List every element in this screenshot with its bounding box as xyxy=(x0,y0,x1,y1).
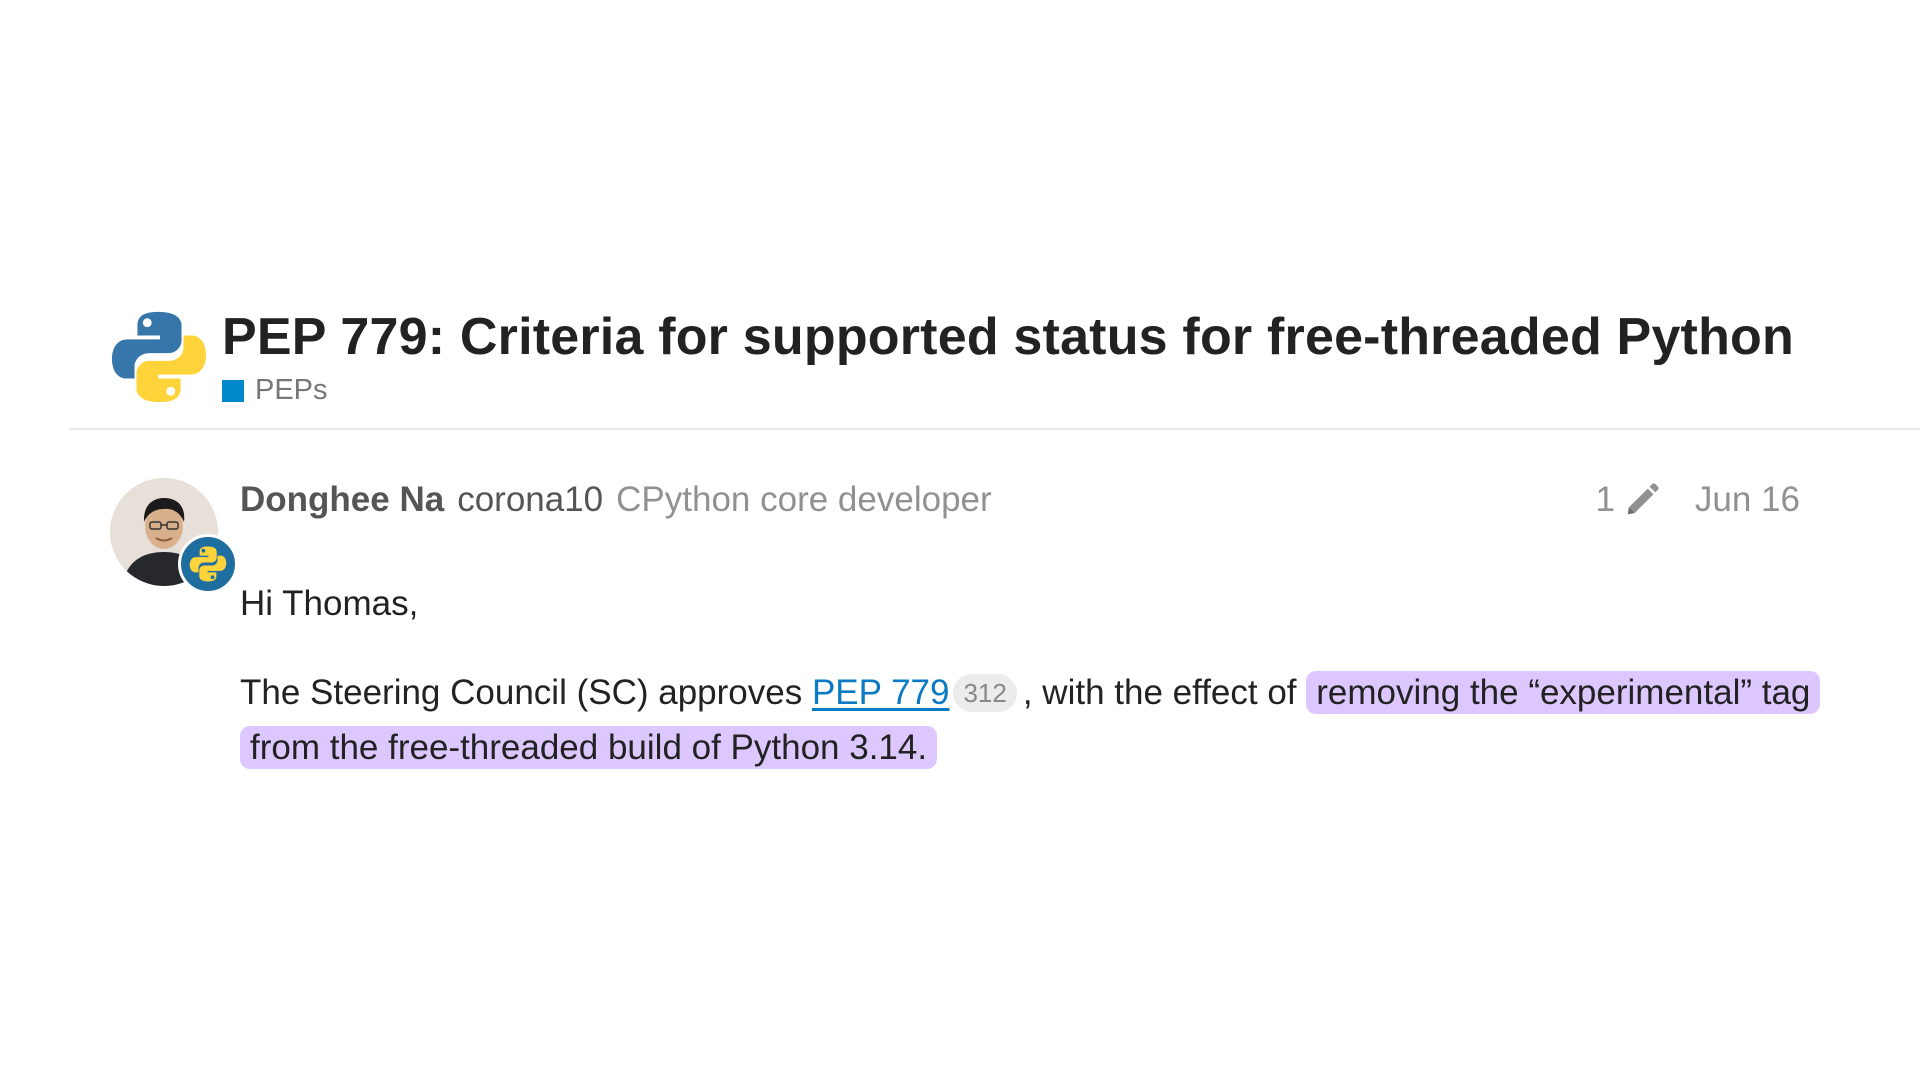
edit-count[interactable]: 1 xyxy=(1595,480,1614,520)
topic-header: PEP 779: Criteria for supported status f… xyxy=(110,306,1794,407)
text-before-link: The Steering Council (SC) approves xyxy=(240,673,812,712)
author-full-name[interactable]: Donghee Na xyxy=(240,480,444,520)
post-meta: Donghee Na corona10 CPython core develop… xyxy=(240,478,1800,522)
post-greeting: Hi Thomas, xyxy=(240,584,419,623)
title-block: PEP 779: Criteria for supported status f… xyxy=(222,306,1794,407)
link-click-count: 312 xyxy=(953,674,1017,712)
python-flair-icon xyxy=(178,534,238,594)
post-body: Hi Thomas, The Steering Council (SC) app… xyxy=(240,576,1821,775)
text-after-link: , with the effect of xyxy=(1022,673,1307,712)
category-name: PEPs xyxy=(255,374,328,406)
post-date[interactable]: Jun 16 xyxy=(1695,480,1800,520)
page: PEP 779: Criteria for supported status f… xyxy=(0,0,1920,1080)
author-username[interactable]: corona10 xyxy=(457,480,603,520)
python-logo-icon[interactable] xyxy=(110,308,208,406)
post-meta-right: 1 Jun 16 xyxy=(1595,478,1800,522)
category-badge[interactable]: PEPs xyxy=(222,374,1794,407)
topic-title[interactable]: PEP 779: Criteria for supported status f… xyxy=(222,306,1794,368)
avatar-container[interactable] xyxy=(110,478,238,594)
author-user-title: CPython core developer xyxy=(616,480,992,519)
category-color-swatch xyxy=(222,379,244,402)
pep-779-link[interactable]: PEP 779 xyxy=(812,673,950,712)
pencil-icon[interactable] xyxy=(1623,481,1661,519)
post-paragraph: The Steering Council (SC) approves PEP 7… xyxy=(240,665,1821,775)
header-divider xyxy=(69,428,1920,430)
